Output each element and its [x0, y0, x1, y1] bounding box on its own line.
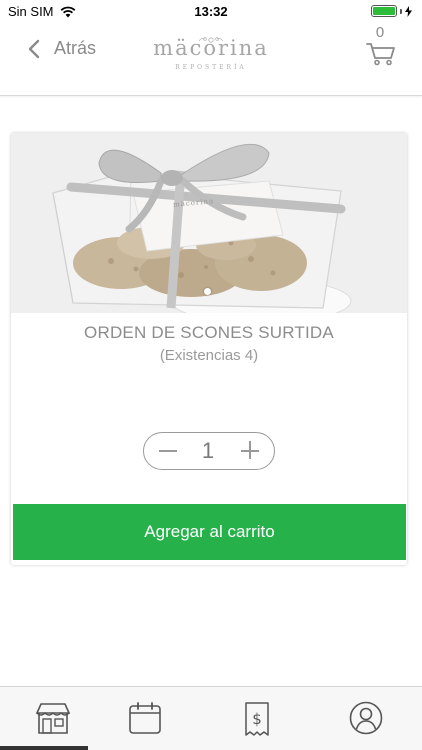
calendar-icon: [128, 702, 161, 734]
status-time: 13:32: [194, 4, 228, 19]
header: Atrás mäcorina REPOSTERÍA 0: [0, 22, 422, 96]
product-title: ORDEN DE SCONES SURTIDA: [84, 323, 334, 342]
tab-calendar[interactable]: [92, 687, 197, 750]
user-icon: [349, 701, 382, 735]
product-photo: [11, 133, 407, 313]
active-tab-indicator: [0, 746, 88, 750]
cart-icon: [366, 43, 395, 66]
cart-button[interactable]: 0: [360, 24, 400, 72]
logo-subtitle: REPOSTERÍA: [175, 64, 247, 71]
quantity-stepper: 1: [143, 432, 275, 470]
product-card: mäcorina ORDEN DE SCONES SURTIDA (Existe…: [11, 133, 407, 565]
floral-ornament-icon: [198, 37, 224, 43]
store-icon: [35, 703, 70, 734]
cart-count: 0: [375, 24, 385, 41]
quantity-value: 1: [201, 438, 215, 463]
image-pager-dot[interactable]: [204, 288, 211, 295]
tab-orders[interactable]: $: [204, 687, 309, 750]
add-to-cart-button[interactable]: Agregar al carrito: [13, 504, 406, 560]
decrease-quantity-button[interactable]: [146, 433, 190, 468]
chevron-left-icon: [28, 39, 40, 58]
battery-icon: [371, 5, 412, 17]
tab-store[interactable]: [0, 687, 105, 750]
tab-bar: $: [0, 686, 422, 750]
back-button[interactable]: Atrás: [28, 38, 96, 59]
product-stock: (Existencias 4): [159, 347, 259, 364]
svg-text:$: $: [252, 710, 262, 728]
back-label: Atrás: [54, 38, 97, 58]
charging-bolt-icon: [405, 5, 412, 17]
tab-profile[interactable]: [313, 687, 418, 750]
product-image[interactable]: mäcorina: [11, 133, 407, 313]
brand-logo: mäcorina REPOSTERÍA: [148, 36, 274, 71]
increase-quantity-button[interactable]: [228, 433, 272, 468]
receipt-icon: $: [244, 702, 269, 736]
status-bar: Sin SIM 13:32: [0, 0, 422, 22]
